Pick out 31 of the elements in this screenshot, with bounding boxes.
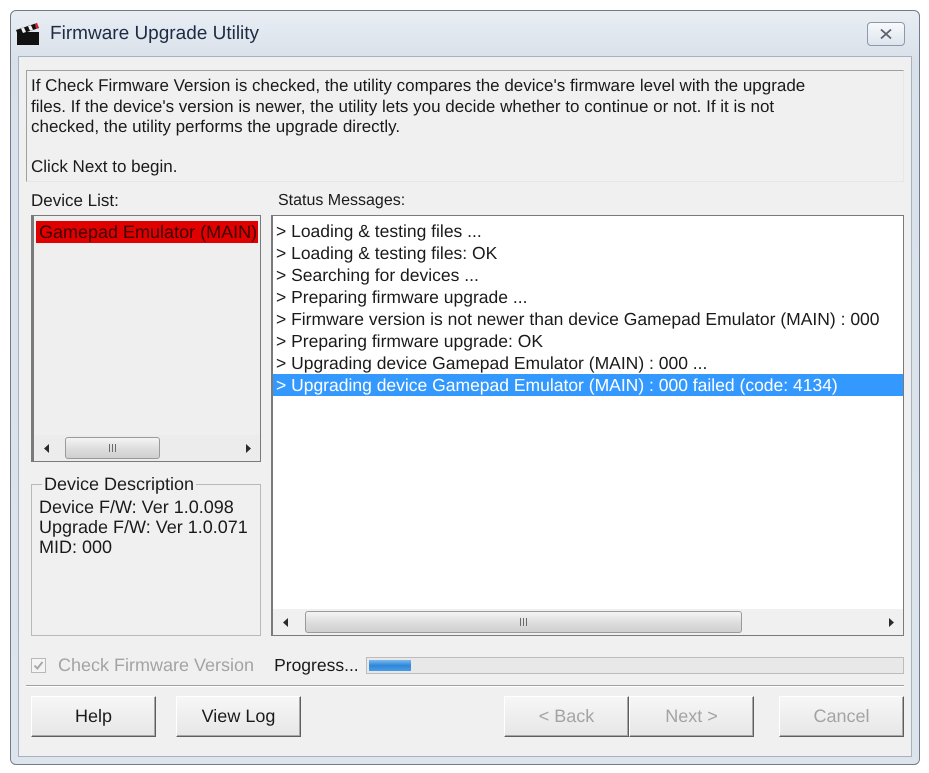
status-message[interactable]: > Preparing firmware upgrade ... xyxy=(273,286,903,308)
status-message[interactable]: > Searching for devices ... xyxy=(273,264,903,286)
left-arrow-icon[interactable] xyxy=(282,618,288,626)
description-line: MID: 000 xyxy=(39,537,114,557)
group-title: Device Description xyxy=(43,475,196,493)
description-line: Device F/W: Ver 1.0.098 xyxy=(39,497,235,517)
dialog-button[interactable]: View Log xyxy=(176,696,301,737)
right-arrow-icon[interactable] xyxy=(246,444,250,452)
left-arrow-icon[interactable] xyxy=(44,444,48,452)
device-list-label: Device List: xyxy=(31,192,120,210)
clapperboard-icon xyxy=(15,22,42,44)
scrollbar-thumb[interactable] xyxy=(65,437,160,459)
status-message[interactable]: > Upgrading device Gamepad Emulator (MAIN) : 000 ... xyxy=(273,352,903,374)
status-message[interactable]: > Firmware version is not newer than device Gamepad Emulator (MAIN) : 000 xyxy=(273,308,903,330)
info-hint: Click Next to begin. xyxy=(31,156,178,177)
status-message[interactable]: > Preparing firmware upgrade: OK xyxy=(273,330,903,352)
status-message[interactable]: > Loading & testing files ... xyxy=(273,220,903,242)
grip-icon xyxy=(520,618,527,626)
window-title: Firmware Upgrade Utility xyxy=(50,22,260,44)
list-item[interactable]: Gamepad Emulator (MAIN) xyxy=(36,221,258,243)
status-message[interactable]: > Loading & testing files: OK xyxy=(273,242,903,264)
grip-icon xyxy=(109,444,116,452)
status-messages-label: Status Messages: xyxy=(277,192,406,210)
dialog-button[interactable]: Help xyxy=(31,696,156,737)
close-button[interactable] xyxy=(867,22,905,46)
info-paragraph: If Check Firmware Version is checked, the utility compares the device's firmware level with the upgrade files. If the device's version is newer, the utility lets you decide whether to continue or not. If it is not checked, the utility performs the upgrade directly. xyxy=(31,76,806,138)
right-arrow-icon[interactable] xyxy=(888,618,894,626)
scrollbar-thumb[interactable] xyxy=(305,611,742,633)
description-line: Upgrade F/W: Ver 1.0.071 xyxy=(39,517,249,537)
progress-label: Progress... xyxy=(274,654,359,676)
close-icon xyxy=(880,28,892,38)
